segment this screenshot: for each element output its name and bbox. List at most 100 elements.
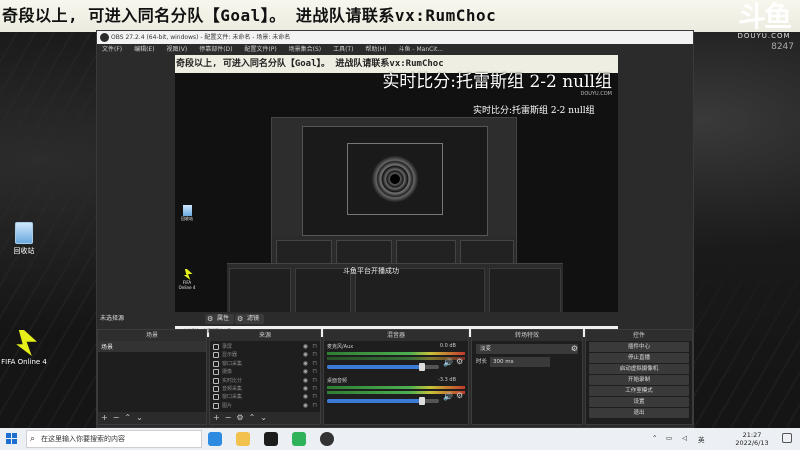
- preview-recycle-bin: 回收站: [177, 205, 197, 222]
- gear-icon[interactable]: ⚙: [456, 391, 463, 400]
- source-item[interactable]: 显示器 ◉ ⊓: [210, 351, 320, 359]
- source-item[interactable]: 图片 ◉ ⊓: [210, 402, 320, 410]
- duration-input[interactable]: 300 ms: [490, 357, 550, 367]
- source-item[interactable]: 窗口采集 ◉ ⊓: [210, 360, 320, 368]
- studio-mode-button[interactable]: 工作室模式: [589, 386, 689, 396]
- fifa-label: FIFA Online 4: [1, 358, 47, 366]
- eye-icon[interactable]: ◉: [303, 360, 308, 368]
- menu-edit[interactable]: 编辑(E): [134, 46, 154, 53]
- room-number: 8247: [771, 42, 794, 52]
- menu-douyu[interactable]: 斗鱼 - ManCit...: [398, 46, 443, 53]
- obs-title-bar[interactable]: OBS 27.2.4 (64-bit, windows) - 配置文件: 未命名…: [97, 31, 693, 44]
- speaker-icon[interactable]: 🔊: [443, 358, 453, 367]
- lock-icon[interactable]: ⊓: [312, 351, 317, 359]
- menu-tools[interactable]: 工具(T): [333, 46, 353, 53]
- move-source-down-button[interactable]: ⌄: [260, 413, 267, 422]
- windows-start-button[interactable]: [6, 433, 18, 445]
- lock-icon[interactable]: ⊓: [312, 343, 317, 351]
- start-recording-button[interactable]: 开始录制: [589, 375, 689, 385]
- source-item[interactable]: 实时比分 ◉ ⊓: [210, 377, 320, 385]
- fifa-desktop-icon[interactable]: FIFA Online 4: [0, 330, 48, 366]
- mic-volume-handle[interactable]: [419, 363, 426, 371]
- nested-preview-frame: [302, 126, 488, 236]
- desktop-level-meter: [327, 386, 465, 389]
- source-type-icon: [213, 377, 219, 384]
- eye-icon[interactable]: ◉: [303, 385, 308, 393]
- scene-item[interactable]: 场景: [98, 341, 206, 352]
- desktop-volume-handle[interactable]: [419, 397, 426, 405]
- add-scene-button[interactable]: +: [101, 413, 108, 422]
- lock-icon[interactable]: ⊓: [312, 377, 317, 385]
- speaker-icon[interactable]: 🔊: [443, 392, 453, 401]
- volume-icon[interactable]: ◁: [682, 434, 687, 442]
- scrolling-banner: 奇段以上, 可进入同名分队【Goal】。 进战队请联系vx:RumChoc: [0, 0, 800, 32]
- lock-icon[interactable]: ⊓: [312, 368, 317, 376]
- source-item[interactable]: 录屏 ◉ ⊓: [210, 343, 320, 351]
- lock-icon[interactable]: ⊓: [312, 360, 317, 368]
- score-overlay: 实时比分:托雷斯组 2-2 null组: [382, 72, 612, 92]
- lock-icon[interactable]: ⊓: [312, 402, 317, 410]
- exit-button[interactable]: 退出: [589, 408, 689, 418]
- menu-file[interactable]: 文件(F): [102, 46, 122, 53]
- eye-icon[interactable]: ◉: [303, 393, 308, 401]
- mic-volume-slider[interactable]: [327, 363, 439, 371]
- eye-icon[interactable]: ◉: [303, 368, 308, 376]
- source-type-icon: [213, 344, 219, 350]
- eye-icon[interactable]: ◉: [303, 343, 308, 351]
- move-scene-up-button[interactable]: ⌃: [124, 413, 131, 422]
- clock-date: 2022/6/13: [735, 439, 769, 447]
- eye-icon[interactable]: ◉: [303, 402, 308, 410]
- add-source-button[interactable]: +: [213, 413, 220, 422]
- properties-button[interactable]: 属性: [205, 314, 235, 324]
- recycle-bin-desktop-icon[interactable]: 回收站: [0, 222, 48, 256]
- nested-score-overlay: 实时比分:托雷斯组 2-2 null组: [473, 106, 595, 116]
- move-source-up-button[interactable]: ⌃: [249, 413, 256, 422]
- lock-icon[interactable]: ⊓: [312, 385, 317, 393]
- move-scene-down-button[interactable]: ⌄: [136, 413, 143, 422]
- obs-taskbar-icon[interactable]: [320, 432, 334, 446]
- menu-view[interactable]: 视图(V): [166, 46, 187, 53]
- taskbar-clock[interactable]: 21:27 2022/6/13: [732, 431, 772, 447]
- gear-icon[interactable]: ⚙: [571, 344, 578, 353]
- taskbar-search-box[interactable]: 在这里输入你要搜索的内容: [26, 430, 202, 448]
- plugin-center-button[interactable]: 插件中心: [589, 342, 689, 352]
- fifa-taskbar-icon[interactable]: [264, 432, 278, 446]
- notification-center-icon[interactable]: [782, 433, 792, 443]
- obs-preview[interactable]: 奇段以上, 可进入同名分队【Goal】。 进战队请联系vx:RumChoc 实时…: [175, 55, 618, 337]
- ime-indicator[interactable]: 英: [698, 434, 705, 444]
- lock-icon[interactable]: ⊓: [312, 393, 317, 401]
- menu-docks[interactable]: 停靠部件(D): [199, 46, 232, 53]
- menu-help[interactable]: 帮助(H): [365, 46, 386, 53]
- controls-header: 控件: [586, 330, 692, 341]
- sources-toolbar: + − ⚙ ⌃ ⌄: [210, 412, 320, 424]
- source-item[interactable]: 音频采集 ◉ ⊓: [210, 385, 320, 393]
- menu-profile[interactable]: 配置文件(P): [244, 46, 276, 53]
- source-type-icon: [213, 385, 219, 392]
- source-properties-button[interactable]: ⚙: [236, 413, 243, 422]
- app-taskbar-icon[interactable]: [292, 432, 306, 446]
- mixer-dock: 混音器 麦克风/Aux 0.0 dB 🔊 ⚙ 桌面音频 -3.3 dB 🔊 ⚙: [323, 329, 469, 425]
- network-icon[interactable]: ▭: [666, 434, 672, 442]
- settings-button[interactable]: 设置: [589, 397, 689, 407]
- remove-scene-button[interactable]: −: [113, 413, 120, 422]
- sources-list: 录屏 ◉ ⊓ 显示器 ◉ ⊓ 窗口采集 ◉ ⊓ 摄像 ◉ ⊓ 实时比分 ◉ ⊓ 音频采集 ◉ ⊓ 窗口采…: [210, 341, 320, 410]
- source-item[interactable]: 摄像 ◉ ⊓: [210, 368, 320, 376]
- recycle-bin-label: 回收站: [13, 247, 35, 255]
- system-tray: ⌃ ▭ ◁ 英 21:27 2022/6/13: [652, 430, 772, 448]
- transition-select[interactable]: 淡变 ⌄: [476, 344, 578, 354]
- eye-icon[interactable]: ◉: [303, 351, 308, 359]
- menu-scene-collection[interactable]: 场景集合(S): [289, 46, 322, 53]
- edge-icon[interactable]: [208, 432, 222, 446]
- stop-streaming-button[interactable]: 停止直播: [589, 353, 689, 363]
- eye-icon[interactable]: ◉: [303, 377, 308, 385]
- start-virtual-camera-button[interactable]: 启动虚拟摄像机: [589, 364, 689, 374]
- file-explorer-icon[interactable]: [236, 432, 250, 446]
- source-type-icon: [213, 402, 219, 409]
- source-item[interactable]: 窗口采集 ◉ ⊓: [210, 393, 320, 401]
- remove-source-button[interactable]: −: [225, 413, 232, 422]
- chevron-up-icon[interactable]: ⌃: [652, 434, 657, 442]
- filters-button[interactable]: 滤镜: [235, 314, 265, 324]
- desktop-volume-slider[interactable]: [327, 397, 439, 405]
- gear-icon[interactable]: ⚙: [456, 357, 463, 366]
- nested-obs-preview: [271, 117, 517, 277]
